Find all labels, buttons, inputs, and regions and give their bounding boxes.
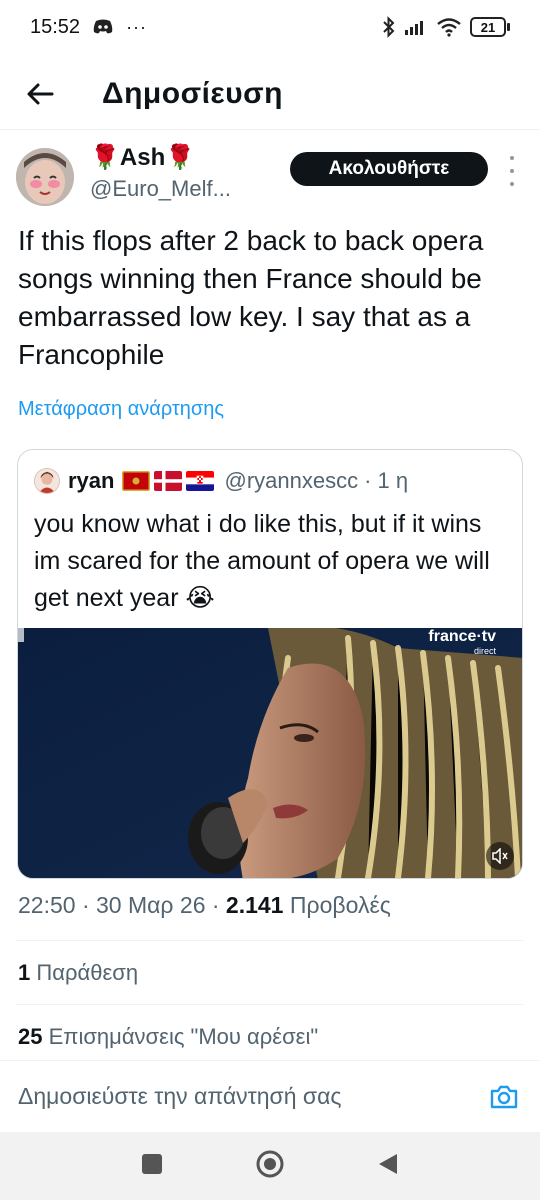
mute-button[interactable]	[486, 842, 514, 870]
more-options-icon[interactable]	[502, 156, 522, 186]
quote-author-handle: @ryannxescc	[224, 468, 359, 493]
author-handle[interactable]: @Euro_Melf...	[90, 176, 231, 202]
quote-text: you know what i do like this, but if it …	[34, 510, 490, 612]
quotes-label: Παράθεση	[36, 960, 139, 985]
avatar[interactable]	[16, 148, 74, 206]
reply-input[interactable]: Δημοσιεύστε την απάντησή σας	[18, 1083, 342, 1110]
status-left: 15:52 ···	[30, 16, 147, 39]
app-header: Δημοσίευση	[0, 58, 540, 130]
author-block: 🌹Ash🌹 @Euro_Melf...	[90, 140, 231, 216]
quote-time: · 1 η	[364, 468, 409, 493]
quote-author-name: ryan	[68, 468, 115, 493]
follow-button[interactable]: Ακολουθήστε	[290, 152, 488, 186]
reply-bar: Δημοσιεύστε την απάντησή σας	[0, 1060, 540, 1132]
views-label: Προβολές	[289, 892, 391, 918]
battery-level: 21	[470, 17, 506, 37]
home-button[interactable]	[255, 1149, 285, 1184]
watermark-text: france·tv	[428, 628, 496, 645]
back-nav-button[interactable]	[377, 1152, 399, 1181]
quote-video[interactable]: france·tv direct	[18, 628, 522, 878]
quoted-tweet[interactable]: ryan @ryannxescc · 1 η you know what i d…	[17, 449, 523, 879]
divider	[16, 940, 524, 941]
triangle-back-icon	[379, 1153, 397, 1174]
quotes-stat[interactable]: 1 Παράθεση	[18, 960, 138, 986]
discord-icon	[92, 19, 114, 35]
author-name[interactable]: 🌹Ash🌹	[90, 143, 231, 172]
likes-count: 25	[18, 1024, 43, 1049]
bluetooth-icon	[382, 16, 396, 38]
quote-avatar	[34, 468, 60, 494]
status-bar: 15:52 ··· 21	[0, 0, 540, 54]
likes-label: Επισημάνσεις "Μου αρέσει"	[48, 1024, 319, 1049]
views-count: 2.141	[225, 892, 284, 918]
media-watermark: france·tv direct	[428, 628, 496, 658]
signal-icon	[404, 18, 428, 36]
tweet-header: 🌹Ash🌹 @Euro_Melf... Ακολουθήστε	[16, 140, 526, 216]
back-button[interactable]	[0, 58, 80, 130]
watermark-subtext: direct	[473, 646, 496, 656]
tweet-meta: 22:50 · 30 Μαρ 26 · 2.141 Προβολές	[18, 892, 391, 919]
speaker-muted-icon	[492, 848, 508, 864]
square-icon	[142, 1153, 162, 1174]
status-time: 15:52	[30, 15, 81, 38]
video-frame	[18, 628, 522, 878]
more-dots-icon: ···	[126, 16, 148, 37]
divider	[16, 1004, 524, 1005]
camera-button[interactable]	[488, 1081, 520, 1113]
page-title: Δημοσίευση	[102, 76, 283, 110]
montenegro-flag	[122, 471, 151, 491]
tweet-timestamp: 22:50 · 30 Μαρ 26 ·	[18, 892, 220, 918]
croatia-flag	[186, 471, 215, 491]
battery-icon: 21	[470, 17, 510, 37]
arrow-left-icon	[27, 83, 54, 104]
denmark-flag	[154, 471, 183, 491]
status-right: 21	[382, 16, 510, 38]
quote-header: ryan @ryannxescc · 1 η	[34, 466, 408, 496]
system-nav-bar	[0, 1132, 540, 1200]
tweet-text: If this flops after 2 back to back opera…	[18, 225, 484, 370]
translate-link[interactable]: Μετάφραση ανάρτησης	[18, 398, 224, 421]
circle-home-icon	[256, 1150, 284, 1177]
quotes-count: 1	[18, 960, 31, 985]
likes-stat[interactable]: 25 Επισημάνσεις "Μου αρέσει"	[18, 1024, 318, 1050]
recents-button[interactable]	[141, 1153, 163, 1180]
camera-icon	[490, 1085, 518, 1109]
wifi-icon	[436, 17, 462, 37]
